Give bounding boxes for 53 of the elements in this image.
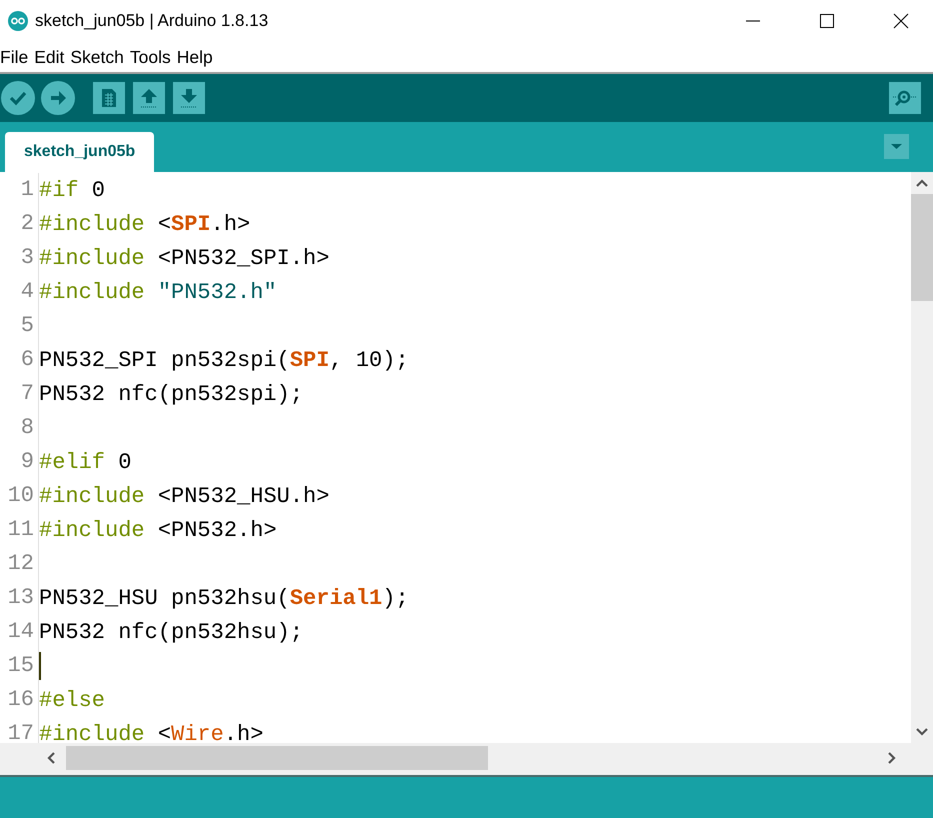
line-number: 12: [0, 547, 39, 581]
menu-item[interactable]: File: [0, 46, 28, 68]
scroll-left-icon[interactable]: [46, 750, 56, 764]
horizontal-scrollbar[interactable]: [0, 743, 911, 772]
code-line: PN532 nfc(pn532hsu);: [39, 620, 304, 644]
menu-item[interactable]: Tools: [130, 46, 171, 68]
menu-item[interactable]: Help: [176, 46, 213, 68]
new-button[interactable]: [93, 82, 125, 114]
serial-monitor-button[interactable]: [889, 82, 921, 114]
scroll-down-icon[interactable]: [915, 727, 929, 737]
app-logo-icon: [8, 11, 28, 31]
code-line: #if 0: [39, 178, 106, 202]
line-number: 6: [0, 343, 39, 377]
code-line: #elif 0: [39, 450, 132, 474]
line-number: 11: [0, 513, 39, 547]
save-button[interactable]: [173, 82, 205, 114]
line-number: 8: [0, 411, 39, 445]
line-number: 16: [0, 683, 39, 717]
open-button[interactable]: [133, 82, 165, 114]
scroll-up-icon[interactable]: [915, 178, 929, 188]
code-line: #include <Wire.h>: [39, 722, 264, 743]
window-title: sketch_jun05b | Arduino 1.8.13: [35, 11, 268, 31]
code-line: #include <PN532.h>: [39, 518, 277, 542]
code-line: PN532 nfc(pn532spi);: [39, 382, 304, 406]
line-number: 5: [0, 309, 39, 343]
menu-item[interactable]: Edit: [34, 46, 64, 68]
code-line: #else: [39, 688, 106, 712]
line-number: 14: [0, 615, 39, 649]
line-number: 4: [0, 275, 39, 309]
line-number: 10: [0, 479, 39, 513]
code-line: #include <SPI.h>: [39, 212, 250, 236]
line-number: 9: [0, 445, 39, 479]
line-number: 2: [0, 207, 39, 241]
code-line: #include "PN532.h": [39, 280, 277, 304]
code-line: #include <PN532_SPI.h>: [39, 246, 330, 270]
scroll-thumb[interactable]: [911, 194, 933, 301]
close-icon[interactable]: [893, 13, 909, 29]
vertical-scrollbar[interactable]: [911, 172, 933, 743]
menu-item[interactable]: Sketch: [70, 46, 124, 68]
scroll-thumb[interactable]: [66, 746, 488, 770]
verify-button[interactable]: [1, 81, 35, 115]
code-line: PN532_HSU pn532hsu(Serial1);: [39, 586, 409, 610]
tab-menu-button[interactable]: [884, 134, 909, 159]
maximize-icon[interactable]: [819, 13, 835, 29]
editor-tab[interactable]: sketch_jun05b: [5, 132, 154, 172]
line-number: 13: [0, 581, 39, 615]
code-line: #include <PN532_HSU.h>: [39, 484, 330, 508]
line-number: 7: [0, 377, 39, 411]
scroll-right-icon[interactable]: [887, 750, 897, 764]
code-line: PN532_SPI pn532spi(SPI, 10);: [39, 348, 409, 372]
line-number: 3: [0, 241, 39, 275]
line-number: 1: [0, 173, 39, 207]
upload-button[interactable]: [41, 81, 75, 115]
